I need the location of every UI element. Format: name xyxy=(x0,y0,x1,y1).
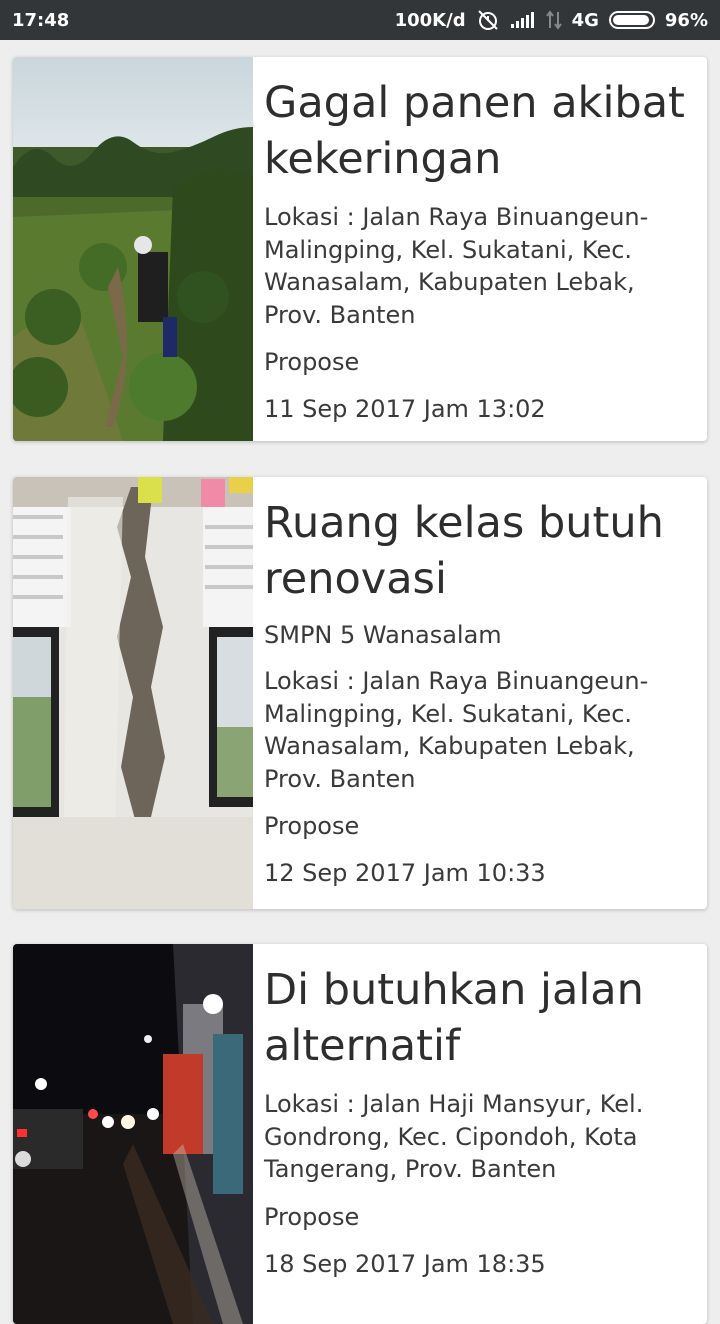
card-location: Lokasi : Jalan Haji Mansyur, Kel. Gondro… xyxy=(264,1090,644,1183)
report-card[interactable]: Gagal panen akibat kekeringan Lokasi : J… xyxy=(13,57,707,441)
card-content: Gagal panen akibat kekeringan Lokasi : J… xyxy=(264,57,699,425)
farm-field-photo xyxy=(13,57,253,441)
battery-icon xyxy=(608,11,655,29)
status-time: 17:48 xyxy=(12,9,70,31)
card-content: Di butuhkan jalan alternatif Lokasi : Ja… xyxy=(264,944,699,1280)
card-location: Lokasi : Jalan Raya Binuangeun-Malingpin… xyxy=(264,203,649,329)
battery-level xyxy=(612,15,650,25)
card-location: Lokasi : Jalan Raya Binuangeun-Malingpin… xyxy=(264,667,649,793)
card-content: Ruang kelas butuh renovasi SMPN 5 Wanasa… xyxy=(264,477,699,889)
signal-icon xyxy=(510,11,536,29)
report-card[interactable]: Di butuhkan jalan alternatif Lokasi : Ja… xyxy=(13,944,707,1324)
report-card[interactable]: Ruang kelas butuh renovasi SMPN 5 Wanasa… xyxy=(13,477,707,909)
card-date: 18 Sep 2017 Jam 18:35 xyxy=(264,1249,546,1278)
cracked-wall-photo xyxy=(13,477,253,909)
alarm-off-icon xyxy=(476,9,500,31)
status-indicators: 100K/d 4G 96% xyxy=(395,9,708,31)
battery-percent: 96% xyxy=(664,9,708,31)
card-title: Gagal panen akibat kekeringan xyxy=(264,78,685,184)
network-type: 4G xyxy=(571,9,599,31)
network-speed: 100K/d xyxy=(394,9,466,31)
card-title: Di butuhkan jalan alternatif xyxy=(264,965,644,1071)
card-status: Propose xyxy=(264,1202,360,1231)
card-subtitle: SMPN 5 Wanasalam xyxy=(264,621,502,649)
data-transfer-icon xyxy=(545,10,562,30)
card-date: 12 Sep 2017 Jam 10:33 xyxy=(264,859,546,887)
card-date: 11 Sep 2017 Jam 13:02 xyxy=(264,395,546,423)
night-street-photo xyxy=(13,944,253,1324)
card-status: Propose xyxy=(264,348,360,376)
status-bar: 17:48 100K/d 4G 96% xyxy=(0,0,720,40)
card-title: Ruang kelas butuh renovasi xyxy=(264,498,664,604)
card-status: Propose xyxy=(264,812,360,840)
